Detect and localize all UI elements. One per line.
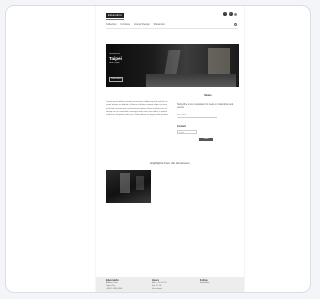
header-icons: f ◎ [223, 12, 237, 16]
facebook-icon[interactable]: f [223, 12, 227, 16]
language-icon[interactable] [234, 12, 237, 16]
hero-caption: Showroom Taipei Now Open [109, 53, 139, 65]
footer-col-1: Edvers&Co Address Line Taipei City +886 … [106, 279, 146, 290]
hero-floor [146, 74, 236, 87]
site-logo[interactable]: Edvers&Co [106, 13, 124, 18]
sidebar-text: Subscribe to our newsletter for news on … [177, 104, 234, 110]
sidebar-subheading: Contact [177, 125, 186, 129]
main-nav: Collection Furniture Interior Design Sho… [106, 23, 165, 26]
nav-item-interior-design[interactable]: Interior Design [134, 23, 150, 26]
hero-caption-sub: Now Open [109, 62, 120, 64]
footer-col-2: Hours Mon – Fri 10–19 Sat 11–18 Sun clos… [152, 279, 192, 290]
logo-underline [106, 19, 124, 20]
footer-line: Sun closed [152, 287, 162, 290]
name-field[interactable]: name [177, 130, 197, 135]
site-footer: Edvers&Co Address Line Taipei City +886 … [96, 277, 244, 292]
nav-divider [106, 28, 238, 29]
nav-item-collection[interactable]: Collection [106, 23, 117, 26]
sidebar: News Subscribe to our newsletter for new… [177, 93, 239, 142]
showroom-thumbnail[interactable] [106, 170, 151, 203]
email-field[interactable]: your email [177, 113, 217, 119]
send-button[interactable]: Send [199, 138, 213, 142]
sidebar-title: News [204, 93, 212, 97]
site-header: Edvers&Co f ◎ Collection Furniture Inter… [96, 6, 244, 34]
browser-frame: Edvers&Co f ◎ Collection Furniture Inter… [5, 5, 311, 293]
footer-col-3: Follow Newsletter [200, 279, 240, 285]
thumb-light-2 [136, 176, 144, 190]
intro-text: Lorem ipsum dolor sit amet consectetur a… [106, 101, 168, 117]
web-page: Edvers&Co f ◎ Collection Furniture Inter… [96, 6, 244, 292]
thumb-light [120, 173, 130, 193]
intro-paragraph: Lorem ipsum dolor sit amet consectetur a… [106, 101, 168, 117]
hero-banner[interactable]: Showroom Taipei Now Open View more [106, 44, 239, 87]
section-title: Highlights from the showroom [150, 161, 190, 165]
footer-link[interactable]: Newsletter [200, 282, 240, 285]
hero-button[interactable]: View more [109, 77, 124, 82]
nav-item-showroom[interactable]: Showroom [154, 23, 165, 26]
footer-line: +886 2 0000 0000 [106, 287, 123, 290]
instagram-icon[interactable]: ◎ [228, 12, 233, 16]
search-icon[interactable] [234, 22, 237, 26]
nav-item-furniture[interactable]: Furniture [121, 23, 131, 26]
